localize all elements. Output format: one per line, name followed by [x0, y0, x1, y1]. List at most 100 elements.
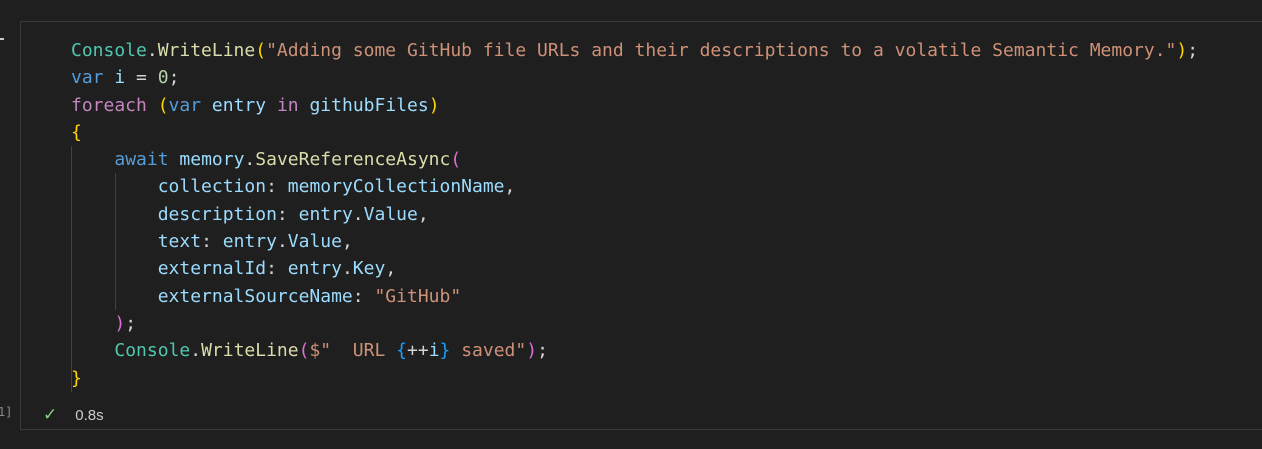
- code-token: memoryCollectionName: [287, 176, 505, 198]
- code-token: externalSourceName: [157, 285, 353, 307]
- code-token: :: [201, 231, 223, 253]
- code-token: await: [114, 149, 169, 171]
- code-token: "GitHub": [374, 285, 462, 307]
- code-line[interactable]: Console.WriteLine("Adding some GitHub fi…: [71, 37, 1198, 64]
- code-token: {: [396, 340, 407, 362]
- code-token: collection: [157, 176, 267, 198]
- code-token: i: [114, 67, 126, 89]
- code-line[interactable]: var i = 0;: [71, 64, 1198, 91]
- code-token: .: [352, 203, 364, 225]
- code-token: foreach: [71, 94, 147, 116]
- code-token: ;: [537, 340, 548, 362]
- code-token: description: [157, 203, 277, 225]
- code-token: ,: [504, 176, 516, 198]
- code-line[interactable]: Console.WriteLine($" URL {++i} saved");: [71, 337, 1198, 364]
- code-token: {: [71, 121, 82, 143]
- code-token: WriteLine: [201, 340, 299, 362]
- code-line[interactable]: externalSourceName: "GitHub": [71, 283, 1198, 310]
- execution-duration: 0.8s: [75, 406, 104, 424]
- check-icon: ✓: [43, 405, 58, 424]
- code-line[interactable]: text: entry.Value,: [71, 228, 1198, 255]
- code-line[interactable]: await memory.SaveReferenceAsync(: [71, 146, 1198, 173]
- code-token: ): [428, 94, 440, 116]
- code-token: ,: [417, 203, 429, 225]
- code-token: .: [190, 340, 202, 362]
- code-token: ): [114, 312, 126, 334]
- code-editor[interactable]: Console.WriteLine("Adding some GitHub fi…: [71, 37, 1198, 392]
- code-token: $" URL: [309, 340, 397, 362]
- code-token: ,: [341, 231, 353, 253]
- cell-focus-indicator: [0, 38, 4, 40]
- code-token: entry: [287, 258, 342, 280]
- code-line[interactable]: {: [71, 119, 1198, 146]
- code-token: =: [125, 67, 158, 89]
- code-token: var: [168, 94, 202, 116]
- code-token: :: [352, 285, 375, 307]
- code-token: Key: [352, 258, 386, 280]
- code-token: ;: [168, 67, 180, 89]
- code-token: ++: [407, 340, 429, 362]
- code-token: saved": [450, 340, 527, 362]
- code-token: 0: [157, 67, 169, 89]
- code-token: (: [298, 340, 310, 362]
- code-token: i: [428, 340, 440, 362]
- code-token: ,: [385, 258, 397, 280]
- code-token: .: [341, 258, 353, 280]
- code-token: :: [276, 203, 299, 225]
- code-token: ): [526, 340, 538, 362]
- code-token: ;: [1187, 40, 1199, 61]
- code-cell[interactable]: Console.WriteLine("Adding some GitHub fi…: [20, 21, 1262, 430]
- code-token: (: [450, 149, 462, 171]
- code-token: (: [157, 94, 169, 116]
- code-token: in: [276, 94, 299, 116]
- code-token: "Adding some GitHub file URLs and their …: [266, 40, 1177, 61]
- code-token: externalId: [157, 258, 267, 280]
- code-token: githubFiles: [309, 94, 429, 116]
- code-line[interactable]: );: [71, 310, 1198, 337]
- execution-status: ✓ 0.8s: [43, 405, 104, 425]
- code-line[interactable]: description: entry.Value,: [71, 201, 1198, 228]
- code-token: .: [244, 149, 256, 171]
- code-token: WriteLine: [157, 40, 256, 61]
- code-token: memory: [179, 149, 245, 171]
- code-token: ;: [125, 312, 137, 334]
- code-token: }: [71, 367, 82, 389]
- code-token: var: [71, 67, 104, 89]
- code-token: Value: [363, 203, 418, 225]
- code-line[interactable]: externalId: entry.Key,: [71, 255, 1198, 282]
- code-token: .: [276, 231, 288, 253]
- notebook-view: Console.WriteLine("Adding some GitHub fi…: [0, 0, 1262, 449]
- execution-count: 1]: [0, 405, 13, 419]
- code-token: .: [146, 40, 158, 61]
- code-token: Console: [71, 40, 147, 61]
- code-token: Value: [287, 231, 342, 253]
- code-token: :: [266, 258, 288, 280]
- code-token: }: [439, 340, 451, 362]
- code-token: SaveReferenceAsync: [255, 149, 451, 171]
- code-token: entry: [222, 231, 277, 253]
- code-token: entry: [298, 203, 353, 225]
- code-line[interactable]: foreach (var entry in githubFiles): [71, 92, 1198, 119]
- code-token: entry: [211, 94, 267, 116]
- code-token: ): [1176, 40, 1188, 61]
- code-token: :: [266, 176, 288, 198]
- code-line[interactable]: }: [71, 365, 1198, 392]
- code-token: (: [255, 40, 267, 61]
- code-token: text: [157, 231, 202, 253]
- code-token: Console: [114, 340, 191, 362]
- code-line[interactable]: collection: memoryCollectionName,: [71, 173, 1198, 200]
